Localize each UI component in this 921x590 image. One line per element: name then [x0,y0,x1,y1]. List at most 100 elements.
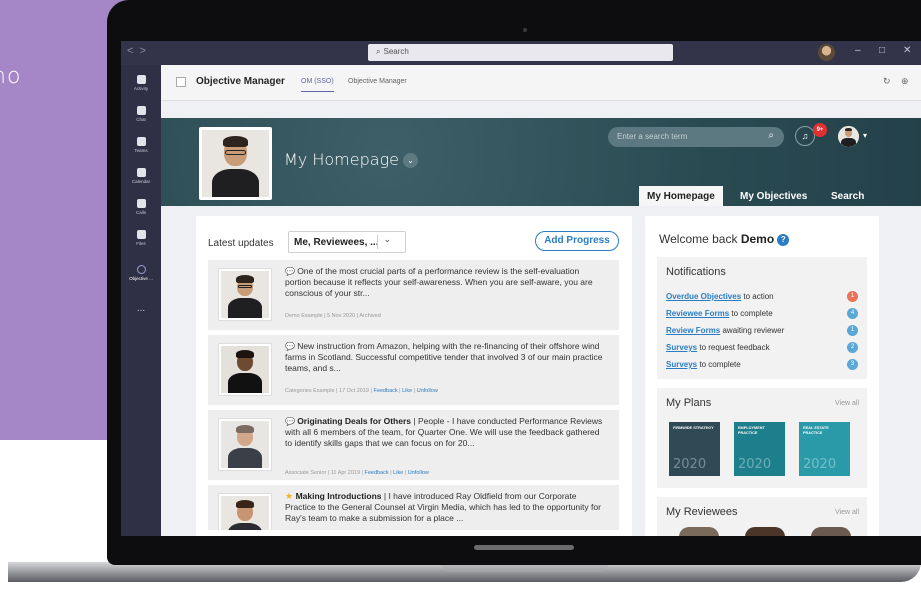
update-meta-text: Categories Example | 17 Oct 2019 | [285,388,372,394]
reviewee-avatar[interactable] [745,527,785,536]
maximize-icon[interactable]: □ [879,45,885,56]
list-item[interactable]: ★ Making Introductions | I have introduc… [208,485,619,530]
profile-face [202,130,269,197]
reviewees-view-all-link[interactable]: View all [835,509,859,516]
comment-icon: 💬 [285,267,298,276]
updates-filter-select[interactable]: Me, Reviewees, ... ⌄ [288,231,406,253]
notification-text: to request feedback [697,343,770,352]
avatar-caret-icon[interactable]: ▾ [863,131,867,140]
notification-count: 3 [847,359,858,370]
notification-row[interactable]: Overdue Objectives to action 1 [666,291,858,302]
update-title: Making Introductions [295,491,382,501]
notification-row[interactable]: Reviewee Forms to complete 4 [666,308,858,319]
notification-count: 1 [847,325,858,336]
refresh-icon[interactable]: ↻ [883,76,891,87]
rail-item-objective[interactable]: Objective ... [121,265,161,281]
om-search-placeholder: Enter a search term [617,132,688,141]
like-link[interactable]: Like [402,388,412,394]
latest-updates-card: Latest updates Me, Reviewees, ... ⌄ Add P… [196,216,632,536]
filter-value: Me, Reviewees, ... [294,237,379,248]
notification-link[interactable]: Review Forms [666,326,720,335]
add-progress-button[interactable]: Add Progress [535,231,619,251]
update-text: 💬 New instruction from Amazon, helping w… [285,341,607,374]
reviewee-avatar[interactable] [679,527,719,536]
plan-card[interactable]: FIRMWIDE STRATEGY 2020 [669,422,720,476]
teams-icon [136,137,146,146]
back-arrow-icon[interactable]: < [127,45,139,57]
tab-objective-manager[interactable]: Objective Manager [348,78,407,85]
update-text: 💬 Originating Deals for Others | People … [285,416,607,449]
notification-bell-icon[interactable]: ♫ [795,126,815,146]
plan-label: FIRMWIDE STRATEGY [673,426,714,430]
rail-item-chat[interactable]: Chat [121,106,161,122]
update-text: 💬 One of the most crucial parts of a per… [285,266,607,299]
profile-photo[interactable] [199,127,272,200]
phone-icon [136,199,146,208]
app-title: Objective Manager [196,76,285,87]
notification-row[interactable]: Review Forms awaiting reviewer 1 [666,325,858,336]
tab-my-objectives[interactable]: My Objectives [732,186,815,206]
plans-title: My Plans [666,397,712,409]
notification-link[interactable]: Overdue Objectives [666,292,741,301]
chevron-down-icon[interactable]: ⌄ [403,153,419,168]
page-title[interactable]: My Homepage ⌄ [284,150,419,169]
minimize-icon[interactable]: – [855,45,861,56]
search-icon: ⌕ [376,47,381,56]
backdrop-text: no [0,64,22,89]
notification-link[interactable]: Surveys [666,360,697,369]
screen-dock-bar [474,545,574,550]
globe-icon[interactable]: ⊕ [901,76,909,87]
feedback-link[interactable]: Feedback [365,470,389,476]
notification-link[interactable]: Surveys [666,343,697,352]
more-icon[interactable]: ... [137,303,145,314]
rail-item-activity[interactable]: Activity [121,75,161,91]
rail-item-calendar[interactable]: Calendar [121,168,161,184]
app-icon [176,77,186,87]
chat-icon [136,106,146,115]
tab-my-homepage[interactable]: My Homepage [639,186,723,206]
reviewee-avatar[interactable] [811,527,851,536]
list-item[interactable]: 💬 Originating Deals for Others | People … [208,410,619,480]
author-photo [218,493,272,530]
update-meta-text: Associate Senior | 11 Apr 2019 | [285,470,363,476]
user-avatar[interactable] [818,44,835,61]
plan-card[interactable]: REAL ESTATE PRACTICE 2020 [799,422,850,476]
plans-view-all-link[interactable]: View all [835,400,859,407]
plan-year: 2020 [803,457,837,472]
close-icon[interactable]: ✕ [903,45,911,56]
latest-updates-label: Latest updates [208,238,274,249]
update-meta-text: Demo Example | 5 Nov 2020 | Archived [285,313,381,319]
notification-text: awaiting reviewer [720,326,785,335]
comment-icon: 💬 [285,342,298,351]
plan-card[interactable]: EMPLOYMENT PRACTICE 2020 [734,422,785,476]
chevron-down-icon: ⌄ [384,235,391,244]
calendar-icon [136,168,146,177]
unfollow-link[interactable]: Unfollow [417,388,438,394]
teams-rail: Activity Chat Teams Calendar Calls Files… [121,65,161,536]
notification-row[interactable]: Surveys to request feedback 2 [666,342,858,353]
list-item[interactable]: 💬 One of the most crucial parts of a per… [208,260,619,330]
notification-text: to action [741,292,774,301]
header-avatar[interactable] [838,126,859,147]
rail-item-more[interactable]: ... [121,303,161,314]
nav-arrows[interactable]: <> [127,45,152,57]
reviewees-panel: My Reviewees View all [657,497,867,536]
rail-item-calls[interactable]: Calls [121,199,161,215]
tab-search[interactable]: Search [823,186,872,206]
like-link[interactable]: Like [393,470,403,476]
om-search-input[interactable]: Enter a search term ⌕ [608,127,784,147]
search-icon[interactable]: ⌕ [768,130,774,141]
plan-label: EMPLOYMENT PRACTICE [738,426,765,435]
list-item[interactable]: 💬 New instruction from Amazon, helping w… [208,335,619,405]
tab-om-sso[interactable]: OM (SSO) [301,78,334,92]
help-icon[interactable]: ? [777,233,790,246]
om-header: My Homepage ⌄ Enter a search term ⌕ ♫ 9+ ▾… [161,118,921,206]
unfollow-link[interactable]: Unfollow [408,470,429,476]
rail-item-teams[interactable]: Teams [121,137,161,153]
forward-arrow-icon[interactable]: > [139,45,151,57]
feedback-link[interactable]: Feedback [373,388,397,394]
notification-row[interactable]: Surveys to complete 3 [666,359,858,370]
rail-item-files[interactable]: Files [121,230,161,246]
notification-link[interactable]: Reviewee Forms [666,309,729,318]
teams-search-input[interactable]: ⌕ Search [368,44,673,61]
